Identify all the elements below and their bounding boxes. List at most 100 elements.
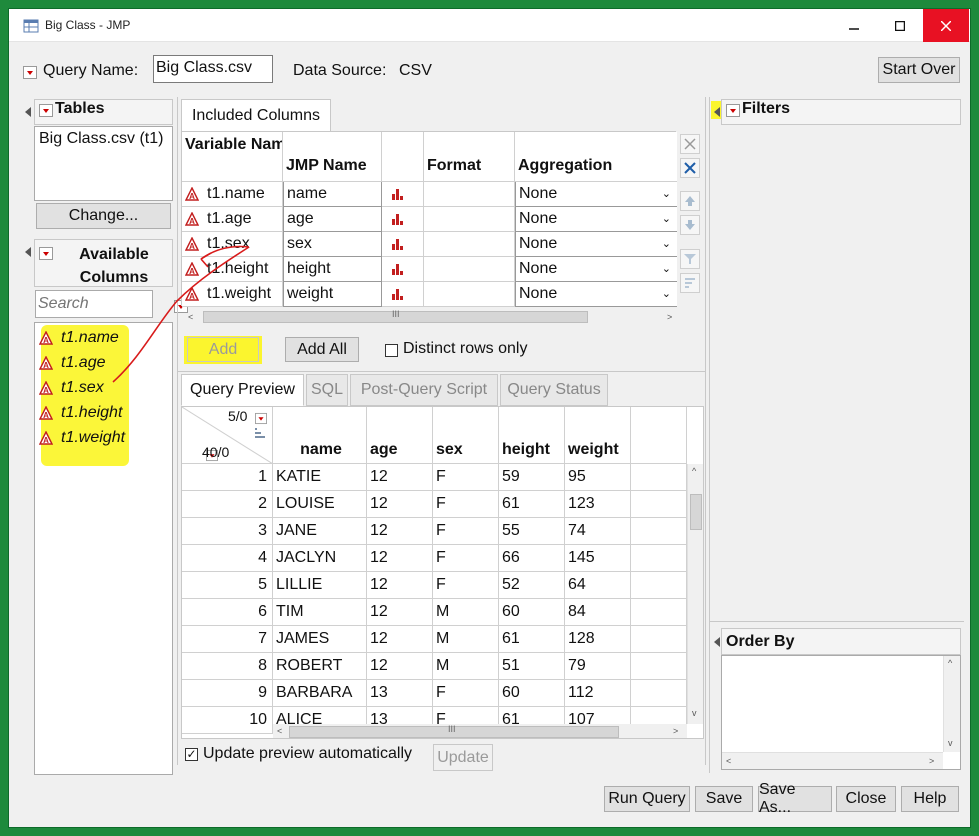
nominal-type-icon[interactable]: [392, 213, 403, 225]
available-search-input[interactable]: [35, 290, 153, 318]
format-cell[interactable]: [424, 232, 515, 257]
format-cell[interactable]: [424, 257, 515, 282]
filters-menu-button[interactable]: [726, 104, 740, 118]
aggregation-select[interactable]: None ⌄: [515, 207, 677, 232]
aggregation-select[interactable]: None ⌄: [515, 257, 677, 282]
orderby-vscroll[interactable]: ^ v: [943, 656, 960, 752]
jmp-window: Big Class - JMP Query Name: Big Class.cs…: [8, 8, 971, 828]
included-hscroll-track[interactable]: III: [198, 309, 660, 325]
available-collapse-icon[interactable]: [25, 247, 31, 257]
jmp-name-cell[interactable]: weight: [283, 282, 382, 307]
preview-column-header[interactable]: age: [367, 407, 433, 464]
close-button[interactable]: Close: [836, 786, 896, 812]
scroll-left-arrow[interactable]: <: [277, 726, 282, 736]
modeling-type-cell[interactable]: [382, 232, 424, 257]
modeling-type-cell[interactable]: [382, 282, 424, 307]
scroll-right-arrow[interactable]: >: [929, 756, 934, 766]
preview-column-header[interactable]: name: [273, 407, 367, 464]
jmp-name-cell[interactable]: height: [283, 257, 382, 282]
minimize-button[interactable]: [831, 9, 877, 42]
filters-collapse-icon[interactable]: [714, 107, 720, 117]
jmp-name-cell[interactable]: name: [283, 182, 382, 207]
format-cell[interactable]: [424, 182, 515, 207]
query-menu-button[interactable]: [23, 66, 37, 80]
orderby-collapse-icon[interactable]: [714, 637, 720, 647]
included-variable-cell[interactable]: At1.age: [182, 207, 283, 232]
included-variable-cell[interactable]: At1.name: [182, 182, 283, 207]
available-column-item[interactable]: At1.weight: [39, 427, 125, 449]
tables-menu-button[interactable]: [39, 104, 53, 118]
filter-column-button[interactable]: [680, 249, 700, 269]
preview-column-header[interactable]: sex: [433, 407, 499, 464]
jmp-name-cell[interactable]: age: [283, 207, 382, 232]
included-variable-cell[interactable]: At1.sex: [182, 232, 283, 257]
tab-query-status[interactable]: Query Status: [500, 374, 608, 406]
sort-column-button[interactable]: [680, 273, 700, 293]
modeling-type-cell[interactable]: [382, 257, 424, 282]
preview-vscroll-track[interactable]: ^ v: [687, 464, 703, 724]
included-variable-cell[interactable]: At1.weight: [182, 282, 283, 307]
included-hscroll-thumb[interactable]: III: [203, 309, 588, 323]
preview-column-header[interactable]: weight: [565, 407, 631, 464]
modeling-type-cell[interactable]: [382, 207, 424, 232]
maximize-button[interactable]: [877, 9, 923, 42]
help-button[interactable]: Help: [901, 786, 959, 812]
preview-vscroll-thumb[interactable]: [690, 494, 702, 530]
save-as-button[interactable]: Save As...: [758, 781, 832, 816]
scroll-down-arrow[interactable]: v: [948, 738, 953, 748]
close-window-button[interactable]: [923, 9, 969, 42]
add-button[interactable]: Add: [187, 337, 259, 362]
change-table-button[interactable]: Change...: [36, 203, 171, 229]
scroll-right-arrow[interactable]: >: [667, 312, 672, 322]
aggregation-select[interactable]: None ⌄: [515, 182, 677, 207]
nominal-type-icon[interactable]: [392, 263, 403, 275]
update-auto-checkbox[interactable]: ✓: [185, 748, 198, 761]
available-column-item[interactable]: At1.name: [39, 327, 119, 349]
remove-all-button[interactable]: [680, 158, 700, 178]
available-column-item[interactable]: At1.age: [39, 352, 105, 374]
orderby-hscroll[interactable]: < >: [722, 752, 943, 769]
move-up-button[interactable]: [680, 191, 700, 211]
aggregation-select[interactable]: None ⌄: [515, 282, 677, 307]
query-name-input[interactable]: Big Class.csv: [153, 55, 273, 83]
aggregation-select[interactable]: None ⌄: [515, 232, 677, 257]
save-button[interactable]: Save: [695, 786, 753, 812]
tab-post-query-script[interactable]: Post-Query Script: [350, 374, 498, 406]
remove-column-button[interactable]: [680, 134, 700, 154]
format-cell[interactable]: [424, 207, 515, 232]
run-query-button[interactable]: Run Query: [604, 786, 690, 812]
included-variable-cell[interactable]: At1.height: [182, 257, 283, 282]
scroll-up-arrow[interactable]: ^: [948, 658, 952, 668]
distinct-rows-checkbox[interactable]: [385, 344, 398, 357]
nominal-type-icon[interactable]: [392, 238, 403, 250]
available-column-item[interactable]: At1.sex: [39, 377, 104, 399]
nominal-type-icon[interactable]: [392, 288, 403, 300]
nominal-type-icon[interactable]: [392, 188, 403, 200]
preview-column-header[interactable]: height: [499, 407, 565, 464]
format-cell[interactable]: [424, 282, 515, 307]
jmp-name-cell[interactable]: sex: [283, 232, 382, 257]
scroll-left-arrow[interactable]: <: [188, 312, 193, 322]
scroll-left-arrow[interactable]: <: [726, 756, 731, 766]
row-number: 1: [182, 464, 273, 491]
columns-menu-button[interactable]: [255, 413, 267, 425]
available-menu-button[interactable]: [39, 247, 53, 261]
move-down-button[interactable]: [680, 215, 700, 235]
table-cell: 12: [367, 518, 433, 545]
scroll-down-arrow[interactable]: v: [692, 708, 697, 718]
preview-hscroll-track[interactable]: < III >: [273, 724, 687, 738]
add-all-button[interactable]: Add All: [285, 337, 359, 362]
tab-included-columns[interactable]: Included Columns: [181, 99, 331, 131]
start-over-button[interactable]: Start Over: [878, 57, 960, 83]
available-column-item[interactable]: At1.height: [39, 402, 122, 424]
tab-sql[interactable]: SQL: [306, 374, 348, 406]
table-item[interactable]: Big Class.csv (t1): [39, 130, 168, 148]
update-button[interactable]: Update: [433, 744, 493, 771]
scroll-right-arrow[interactable]: >: [673, 726, 678, 736]
modeling-type-cell[interactable]: [382, 182, 424, 207]
tab-query-preview[interactable]: Query Preview: [181, 374, 304, 406]
table-cell: 12: [367, 599, 433, 626]
preview-hscroll-thumb[interactable]: III: [289, 724, 619, 738]
scroll-up-arrow[interactable]: ^: [692, 466, 696, 476]
tables-collapse-icon[interactable]: [25, 107, 31, 117]
